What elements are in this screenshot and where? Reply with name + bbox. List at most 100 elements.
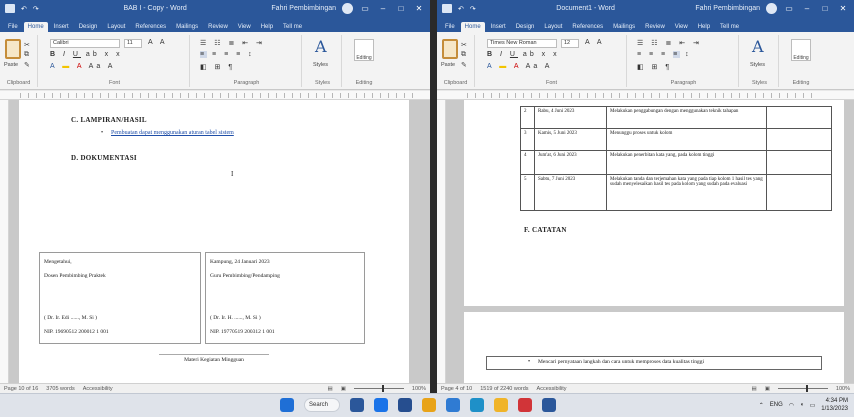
paste-button-label[interactable]: Paste (4, 62, 18, 68)
task-view-icon[interactable] (350, 398, 364, 412)
explorer-icon[interactable] (374, 398, 388, 412)
font-format-row[interactable]: B I U ab x x (487, 51, 560, 58)
paste-icon[interactable] (5, 39, 21, 59)
save-icon[interactable] (442, 4, 452, 13)
folder-icon[interactable] (494, 398, 508, 412)
format-painter-icon[interactable]: ✎ (24, 61, 30, 69)
paste-icon[interactable] (442, 39, 458, 59)
close-icon[interactable]: ✕ (837, 4, 849, 13)
cut-icon[interactable]: ✂ (24, 41, 30, 49)
tab-review[interactable]: Review (204, 22, 232, 32)
tab-references[interactable]: References (131, 22, 170, 32)
styles-button-label[interactable]: Styles (750, 62, 765, 68)
horizontal-ruler[interactable] (0, 91, 430, 100)
tab-file[interactable]: File (441, 22, 459, 32)
font-color-row[interactable]: A ▬ A Aa A (487, 63, 552, 70)
ribbon-display-icon[interactable]: ▭ (359, 4, 371, 13)
chevron-up-icon[interactable]: ⌃ (759, 402, 764, 409)
ribbon-display-icon[interactable]: ▭ (783, 4, 795, 13)
bullet-link-text[interactable]: Pembuatan dapat menggunakan aturan tabel… (111, 130, 234, 136)
tab-design[interactable]: Design (512, 22, 539, 32)
tab-design[interactable]: Design (75, 22, 102, 32)
page-counter[interactable]: Page 10 of 16 (4, 386, 38, 392)
align-buttons[interactable]: ≡ ≡ ≡ ≡ ↕ (200, 51, 255, 58)
tab-file[interactable]: File (4, 22, 22, 32)
horizontal-ruler[interactable] (437, 91, 854, 100)
document-canvas[interactable]: C. LAMPIRAN/HASIL • Pembuatan dapat meng… (9, 100, 430, 383)
minimize-icon[interactable]: – (377, 4, 389, 13)
search-box[interactable]: Search (304, 398, 340, 412)
paste-button-label[interactable]: Paste (441, 62, 455, 68)
clock[interactable]: 4:34 PM 1/13/2023 (821, 397, 848, 413)
format-painter-icon[interactable]: ✎ (461, 61, 467, 69)
store-icon[interactable] (446, 398, 460, 412)
editing-button[interactable]: Editing (791, 39, 811, 61)
accessibility-status[interactable]: Accessibility (537, 386, 567, 392)
tab-layout[interactable]: Layout (540, 22, 566, 32)
tab-insert[interactable]: Insert (50, 22, 73, 32)
tab-references[interactable]: References (568, 22, 607, 32)
table-row[interactable]: 4 Jum'at, 6 Juni 2023 Melakukan penerbit… (520, 150, 832, 175)
zoom-slider[interactable] (777, 385, 828, 392)
tab-insert[interactable]: Insert (487, 22, 510, 32)
undo-icon[interactable]: ↶ (21, 5, 27, 13)
vertical-ruler[interactable] (0, 100, 9, 383)
zoom-slider[interactable] (353, 385, 404, 392)
user-name[interactable]: Fahri Pembimbingan (695, 5, 760, 12)
copy-icon[interactable]: ⧉ (24, 51, 29, 59)
font-format-row[interactable]: B I U ab x x (50, 51, 123, 58)
document-page[interactable]: 2 Rabu, 4 Juni 2023 Melakukan penggabung… (464, 100, 844, 306)
word-count[interactable]: 1519 of 2240 words (480, 386, 528, 392)
save-icon[interactable] (5, 4, 15, 13)
language-indicator[interactable]: ENG (770, 402, 783, 408)
tab-tell-me[interactable]: Tell me (279, 22, 306, 32)
redo-icon[interactable]: ↷ (33, 5, 39, 13)
word-count[interactable]: 3705 words (46, 386, 74, 392)
read-mode-icon[interactable]: ▤ (752, 386, 757, 392)
tab-view[interactable]: View (671, 22, 692, 32)
cut-icon[interactable]: ✂ (461, 41, 467, 49)
font-name-combo[interactable]: Calibri (50, 39, 120, 48)
table-row[interactable]: 2 Rabu, 4 Juni 2023 Melakukan penggabung… (520, 106, 832, 129)
avatar[interactable] (342, 3, 353, 14)
shading-buttons[interactable]: ◧ ⊞ ¶ (637, 63, 672, 71)
tab-review[interactable]: Review (641, 22, 669, 32)
read-mode-icon[interactable]: ▤ (328, 386, 333, 392)
chrome-icon[interactable] (422, 398, 436, 412)
font-color-row[interactable]: A ▬ A Aa A (50, 63, 115, 70)
font-size-arrows[interactable]: A A (148, 39, 168, 46)
table-row[interactable]: 3 Kamis, 5 Juni 2023 Menunggu proses unt… (520, 128, 832, 151)
align-buttons[interactable]: ≡ ≡ ≡ ≡ ↕ (637, 51, 692, 58)
app-icon[interactable] (518, 398, 532, 412)
tab-mailings[interactable]: Mailings (172, 22, 202, 32)
list-buttons[interactable]: ☰ ☷ ≣ ⇤ ⇥ (200, 39, 265, 47)
volume-icon[interactable]: ◖ (800, 402, 804, 408)
document-canvas[interactable]: 2 Rabu, 4 Juni 2023 Melakukan penggabung… (446, 100, 854, 383)
tab-help[interactable]: Help (694, 22, 714, 32)
minimize-icon[interactable]: – (801, 4, 813, 13)
print-layout-icon[interactable]: ▣ (765, 386, 770, 392)
tab-tell-me[interactable]: Tell me (716, 22, 743, 32)
document-page[interactable]: C. LAMPIRAN/HASIL • Pembuatan dapat meng… (19, 100, 409, 383)
avatar[interactable] (766, 3, 777, 14)
styles-icon[interactable]: A (752, 37, 764, 56)
vertical-ruler[interactable] (437, 100, 446, 383)
tab-help[interactable]: Help (257, 22, 277, 32)
copy-icon[interactable]: ⧉ (461, 51, 466, 59)
maximize-icon[interactable]: □ (819, 4, 831, 13)
print-layout-icon[interactable]: ▣ (341, 386, 346, 392)
font-size-arrows[interactable]: A A (585, 39, 605, 46)
redo-icon[interactable]: ↷ (470, 5, 476, 13)
word-running-icon[interactable] (542, 398, 556, 412)
wifi-icon[interactable]: ◠ (789, 402, 794, 409)
zoom-level[interactable]: 100% (836, 386, 850, 392)
maximize-icon[interactable]: □ (395, 4, 407, 13)
zoom-level[interactable]: 100% (412, 386, 426, 392)
document-page-next[interactable]: • Mencari pernyataan langkah dan cara un… (464, 312, 844, 383)
tab-home[interactable]: Home (460, 22, 485, 32)
font-size-combo[interactable]: 12 (561, 39, 579, 48)
battery-icon[interactable]: ▭ (810, 402, 816, 409)
start-icon[interactable] (280, 398, 294, 412)
editing-button[interactable]: Editing (354, 39, 374, 61)
table-row[interactable]: 5 Sabtu, 7 Juni 2023 Melakukan tanda dan… (520, 174, 832, 211)
